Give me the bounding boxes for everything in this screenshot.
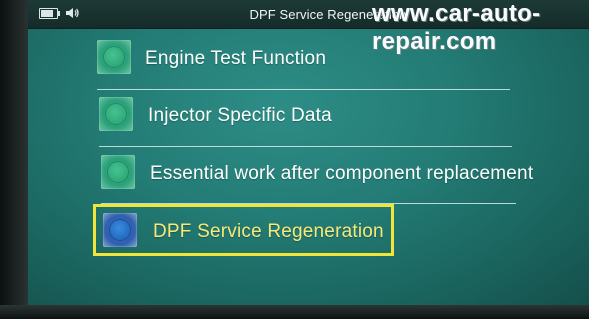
menu-item-label: DPF Service Regeneration — [153, 221, 384, 242]
menu-item-injector-specific-data[interactable]: Injector Specific Data — [99, 97, 519, 135]
device-bezel-bottom — [0, 305, 589, 319]
menu-item-label: Engine Test Function — [145, 48, 327, 69]
menu-item-engine-test-function[interactable]: Engine Test Function — [97, 40, 517, 78]
battery-icon — [39, 8, 60, 19]
speaker-icon[interactable] — [64, 5, 80, 21]
menu-item-label: Injector Specific Data — [148, 105, 332, 126]
green-circle-icon — [97, 40, 131, 74]
device-bezel — [0, 0, 28, 319]
menu-item-label: Essential work after component replaceme… — [150, 163, 534, 184]
diagnostic-device: DPF Service Regeneration www.car-auto-re… — [0, 0, 589, 319]
menu-item-dpf-service-regeneration[interactable]: DPF Service Regeneration — [103, 213, 393, 251]
blue-circle-icon — [103, 213, 137, 247]
green-circle-icon — [101, 155, 135, 189]
green-circle-icon — [99, 97, 133, 131]
divider — [97, 89, 510, 90]
menu-item-essential-work-after-component-replacement[interactable]: Essential work after component replaceme… — [101, 155, 546, 193]
divider — [99, 146, 512, 147]
